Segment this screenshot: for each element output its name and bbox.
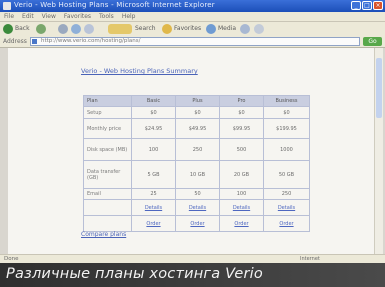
order-link[interactable]: Order xyxy=(219,215,264,232)
search-icon[interactable] xyxy=(108,24,132,34)
toolbar: Back Search Favorites Media xyxy=(0,22,385,37)
address-label: Address xyxy=(3,38,27,45)
table-cell: 20 GB xyxy=(219,160,264,189)
table-cell: 100 xyxy=(131,138,176,161)
status-bar: Done Internet xyxy=(0,254,385,263)
details-link[interactable]: Details xyxy=(263,199,310,216)
minimize-button[interactable]: _ xyxy=(351,1,361,10)
order-link[interactable]: Order xyxy=(131,215,176,232)
refresh-icon[interactable] xyxy=(71,24,81,34)
title-bar: Verio - Web Hosting Plans - Microsoft In… xyxy=(0,0,385,12)
forward-arrow-icon[interactable] xyxy=(36,24,46,34)
media-button[interactable]: Media xyxy=(218,24,236,34)
go-button[interactable]: Go xyxy=(363,37,382,46)
table-row: Details Details Details Details xyxy=(83,199,310,216)
window-controls: _ □ × xyxy=(351,1,383,10)
table-cell: 100 xyxy=(219,188,264,200)
row-label xyxy=(83,199,132,216)
compare-plans-link[interactable]: Compare plans xyxy=(81,231,126,238)
table-row: Data transfer (GB) 5 GB 10 GB 20 GB 50 G… xyxy=(83,160,310,189)
row-label xyxy=(83,215,132,232)
image-caption: Различные планы хостинга Verio xyxy=(0,263,385,287)
table-cell: $24.95 xyxy=(131,118,176,139)
favorites-star-icon[interactable] xyxy=(162,24,172,34)
browser-screen: Verio - Web Hosting Plans - Microsoft In… xyxy=(0,0,385,263)
plans-table: Plan Basic Plus Pro Business Setup $0 $0… xyxy=(83,95,310,232)
browser-icon xyxy=(3,2,11,10)
close-button[interactable]: × xyxy=(373,1,383,10)
page-favicon-icon xyxy=(32,39,37,44)
page-content: Verio - Web Hosting Plans Summary Plan B… xyxy=(8,48,374,254)
menu-help[interactable]: Help xyxy=(122,12,136,21)
order-link[interactable]: Order xyxy=(175,215,220,232)
window-title: Verio - Web Hosting Plans - Microsoft In… xyxy=(14,1,215,9)
menu-tools[interactable]: Tools xyxy=(99,12,114,21)
table-cell: 50 GB xyxy=(263,160,310,189)
mail-icon[interactable] xyxy=(254,24,264,34)
row-label: Data transfer (GB) xyxy=(83,160,132,189)
address-input[interactable]: http://www.verio.com/hosting/plans/ xyxy=(30,37,360,46)
table-header-row: Plan Basic Plus Pro Business xyxy=(83,95,310,107)
caption-text: Различные планы хостинга Verio xyxy=(6,266,263,282)
table-cell: $0 xyxy=(219,106,264,119)
order-link[interactable]: Order xyxy=(263,215,310,232)
table-row: Monthly price $24.95 $49.95 $99.95 $199.… xyxy=(83,118,310,139)
maximize-button[interactable]: □ xyxy=(362,1,372,10)
status-text: Done xyxy=(4,256,19,262)
scrollbar-thumb[interactable] xyxy=(376,58,382,118)
table-header-cell: Plus xyxy=(175,95,220,107)
row-label: Setup xyxy=(83,106,132,119)
history-icon[interactable] xyxy=(240,24,250,34)
table-row: Disk space (MB) 100 250 500 1000 xyxy=(83,138,310,161)
row-label: Monthly price xyxy=(83,118,132,139)
menu-bar: File Edit View Favorites Tools Help xyxy=(0,12,385,22)
table-cell: 1000 xyxy=(263,138,310,161)
table-cell: $99.95 xyxy=(219,118,264,139)
favorites-button[interactable]: Favorites xyxy=(174,24,201,34)
table-cell: 500 xyxy=(219,138,264,161)
table-cell: $49.95 xyxy=(175,118,220,139)
menu-favorites[interactable]: Favorites xyxy=(64,12,91,21)
menu-file[interactable]: File xyxy=(4,12,14,21)
table-header-cell: Pro xyxy=(219,95,264,107)
row-label: Email xyxy=(83,188,132,200)
details-link[interactable]: Details xyxy=(131,199,176,216)
table-cell: $199.95 xyxy=(263,118,310,139)
row-label: Disk space (MB) xyxy=(83,138,132,161)
menu-edit[interactable]: Edit xyxy=(22,12,34,21)
table-cell: $0 xyxy=(131,106,176,119)
details-link[interactable]: Details xyxy=(219,199,264,216)
search-button[interactable]: Search xyxy=(135,24,156,34)
vertical-scrollbar[interactable] xyxy=(374,48,383,254)
table-header-cell: Business xyxy=(263,95,310,107)
home-icon[interactable] xyxy=(84,24,94,34)
stop-icon[interactable] xyxy=(58,24,68,34)
back-arrow-icon[interactable] xyxy=(3,24,13,34)
media-icon[interactable] xyxy=(206,24,216,34)
details-link[interactable]: Details xyxy=(175,199,220,216)
security-zone: Internet xyxy=(300,256,320,262)
table-cell: 50 xyxy=(175,188,220,200)
table-header-cell: Basic xyxy=(131,95,176,107)
table-row: Email 25 50 100 250 xyxy=(83,188,310,200)
table-row: Setup $0 $0 $0 $0 xyxy=(83,106,310,119)
table-cell: $0 xyxy=(263,106,310,119)
table-cell: 25 xyxy=(131,188,176,200)
back-button[interactable]: Back xyxy=(15,24,30,34)
menu-view[interactable]: View xyxy=(42,12,56,21)
table-cell: 10 GB xyxy=(175,160,220,189)
table-cell: $0 xyxy=(175,106,220,119)
table-cell: 5 GB xyxy=(131,160,176,189)
table-header-cell: Plan xyxy=(83,95,132,107)
page-heading-link[interactable]: Verio - Web Hosting Plans Summary xyxy=(81,67,198,75)
address-bar: Address http://www.verio.com/hosting/pla… xyxy=(0,36,385,48)
table-cell: 250 xyxy=(263,188,310,200)
table-cell: 250 xyxy=(175,138,220,161)
table-row: Order Order Order Order xyxy=(83,215,310,232)
